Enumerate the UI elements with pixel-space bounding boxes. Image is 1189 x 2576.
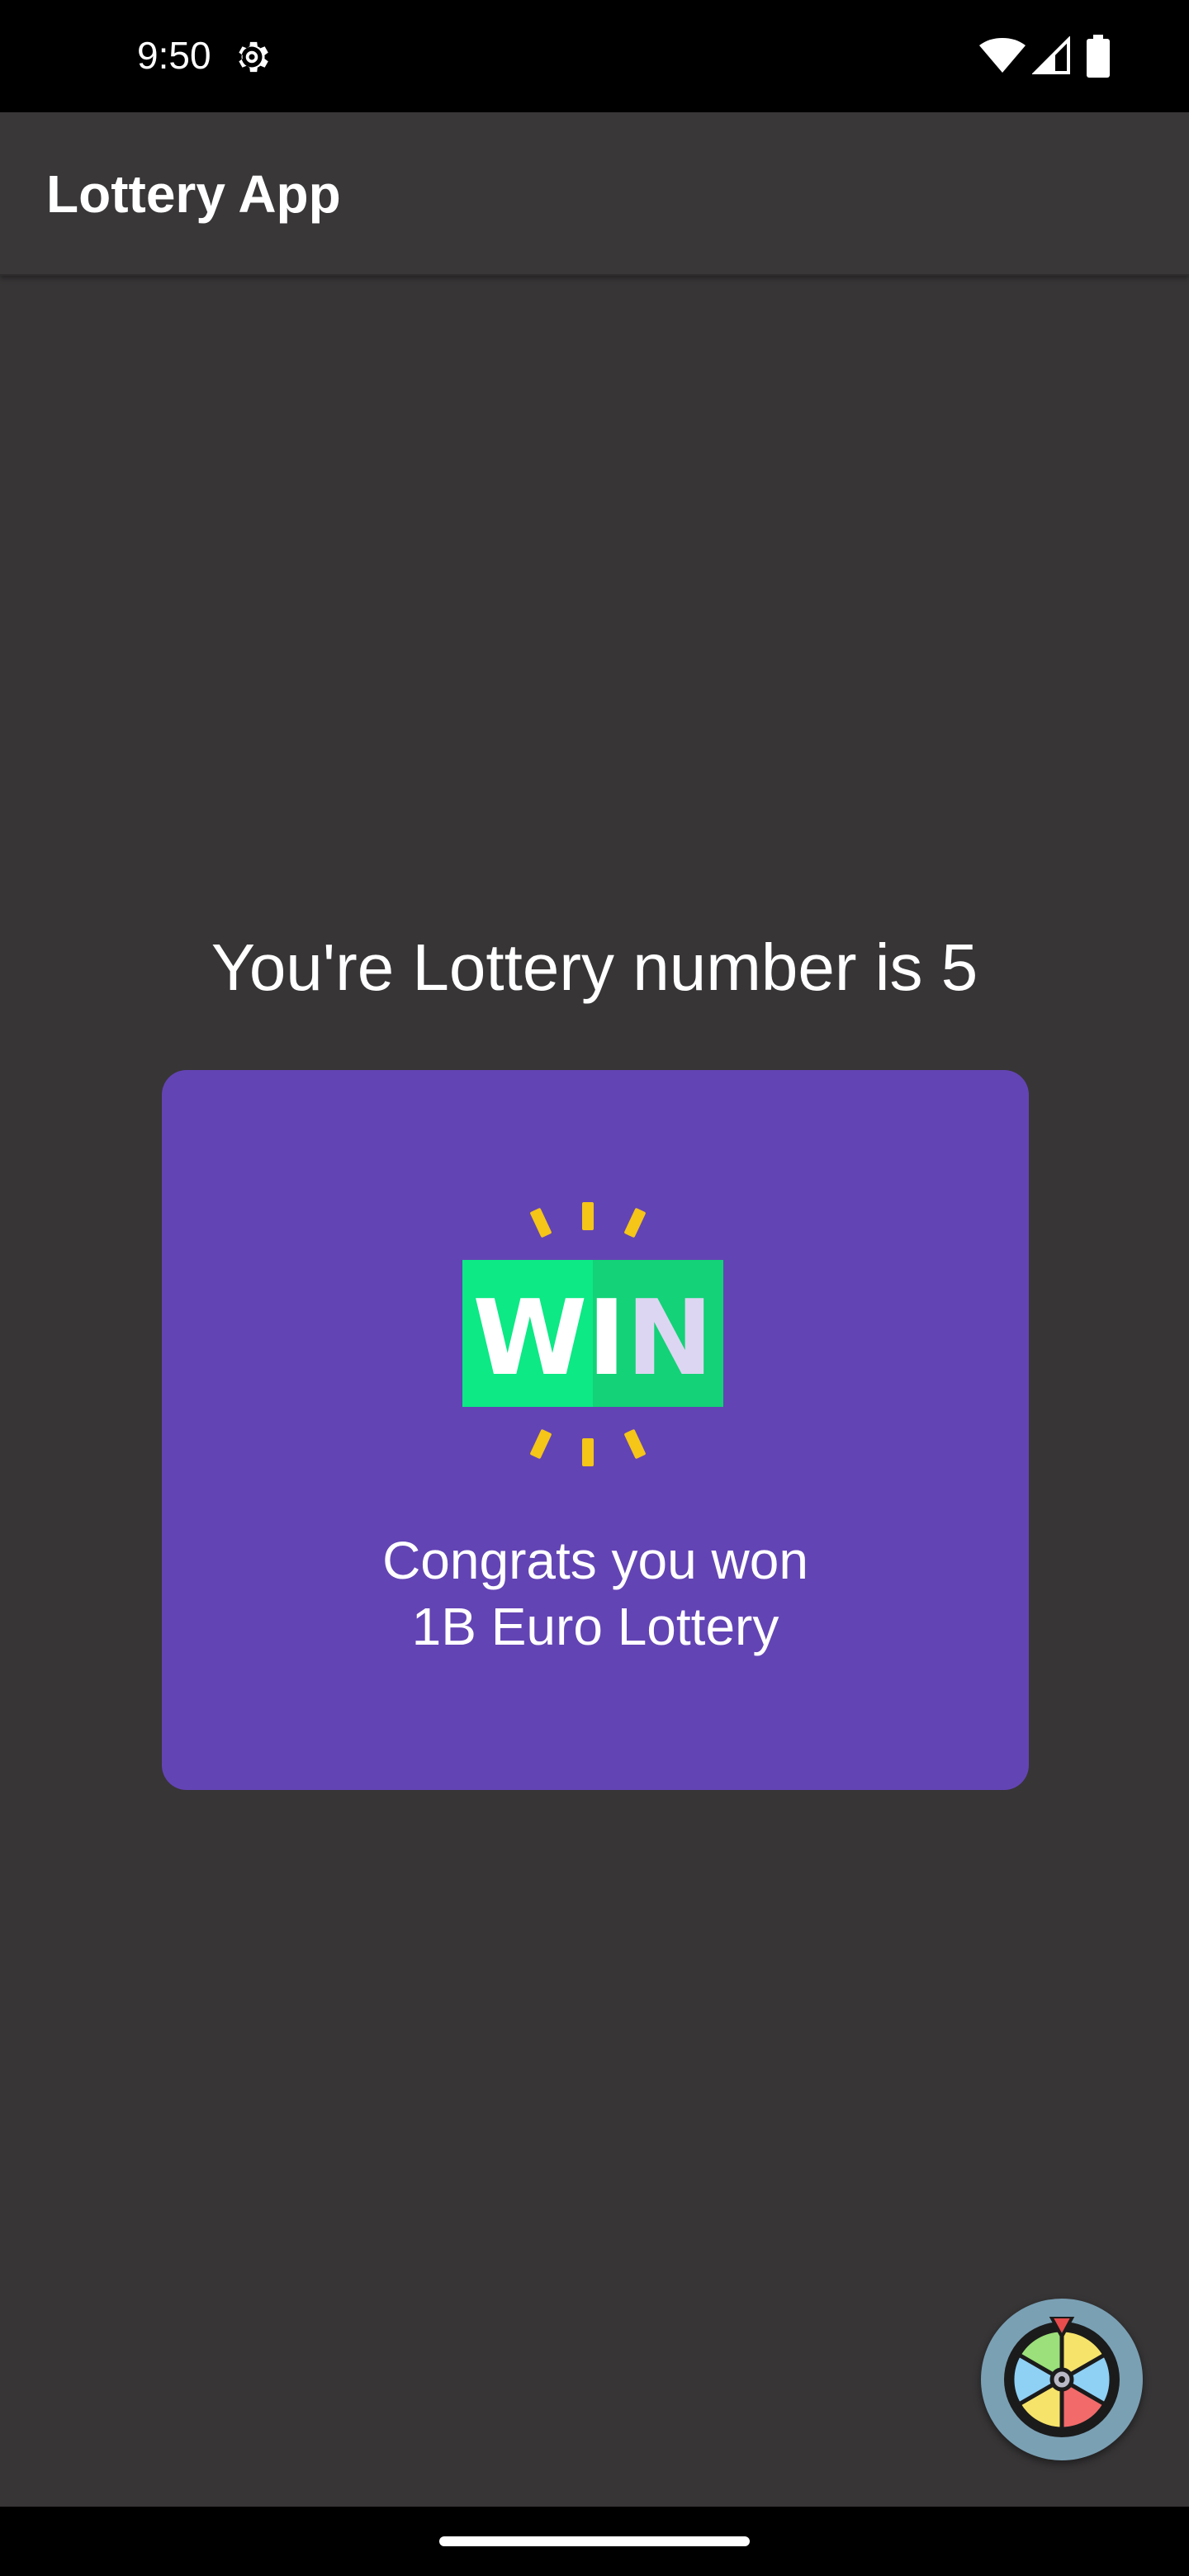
app-title: Lottery App bbox=[46, 164, 341, 224]
home-indicator[interactable] bbox=[439, 2536, 750, 2546]
status-bar: 9:50 bbox=[0, 0, 1189, 112]
gear-icon bbox=[239, 41, 268, 73]
congrats-line-1: Congrats you won bbox=[382, 1531, 808, 1590]
spin-wheel-icon bbox=[1004, 2317, 1120, 2437]
spin-wheel-button[interactable] bbox=[981, 2299, 1143, 2460]
congrats-message: Congrats you won 1B Euro Lottery bbox=[162, 1527, 1029, 1660]
svg-text:WIN: WIN bbox=[472, 1277, 713, 1399]
battery-icon bbox=[1087, 35, 1110, 78]
sparkle-rays-top bbox=[530, 1202, 646, 1238]
congrats-line-2: 1B Euro Lottery bbox=[411, 1597, 779, 1656]
lottery-number-heading: You're Lottery number is 5 bbox=[211, 930, 978, 1004]
sparkle-rays-bottom bbox=[530, 1429, 646, 1466]
wifi-icon bbox=[979, 38, 1026, 73]
win-badge-icon: WIN bbox=[462, 1202, 723, 1466]
navigation-bar bbox=[0, 2507, 1189, 2576]
status-time: 9:50 bbox=[137, 34, 211, 77]
win-card: WIN Congrats you won 1B Euro Lottery bbox=[162, 1070, 1029, 1790]
app-bar: Lottery App bbox=[0, 112, 1189, 276]
signal-icon bbox=[1032, 36, 1070, 74]
